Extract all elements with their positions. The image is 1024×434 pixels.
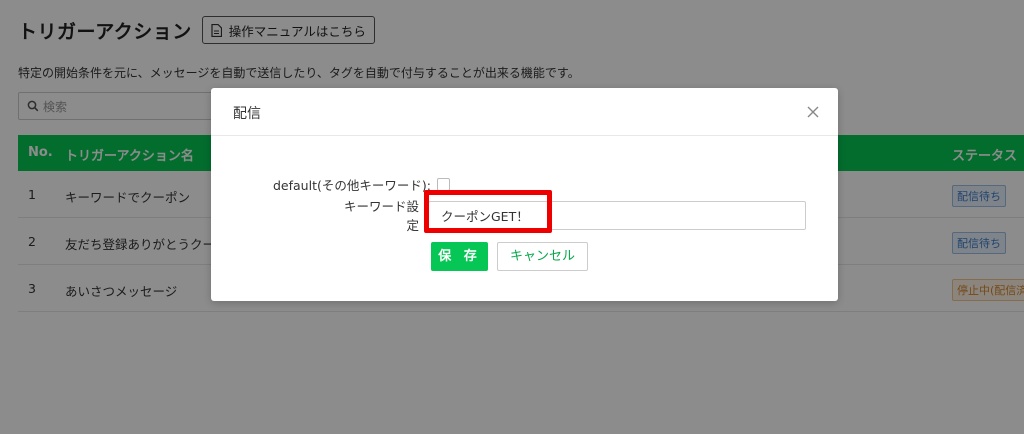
default-keyword-label: default(その他キーワード): <box>273 178 431 193</box>
keyword-input[interactable] <box>428 200 806 230</box>
keyword-setting-label: キーワード設定 <box>343 199 419 233</box>
modal-header: 配信 <box>211 88 838 136</box>
close-icon[interactable] <box>804 103 822 121</box>
keyword-setting-row: キーワード設定 <box>333 196 806 234</box>
save-button[interactable]: 保 存 <box>431 242 488 271</box>
modal-title: 配信 <box>233 106 261 122</box>
cancel-button[interactable]: キャンセル <box>497 242 588 271</box>
default-keyword-checkbox[interactable] <box>436 178 450 191</box>
default-keyword-row: default(その他キーワード): <box>273 175 450 194</box>
